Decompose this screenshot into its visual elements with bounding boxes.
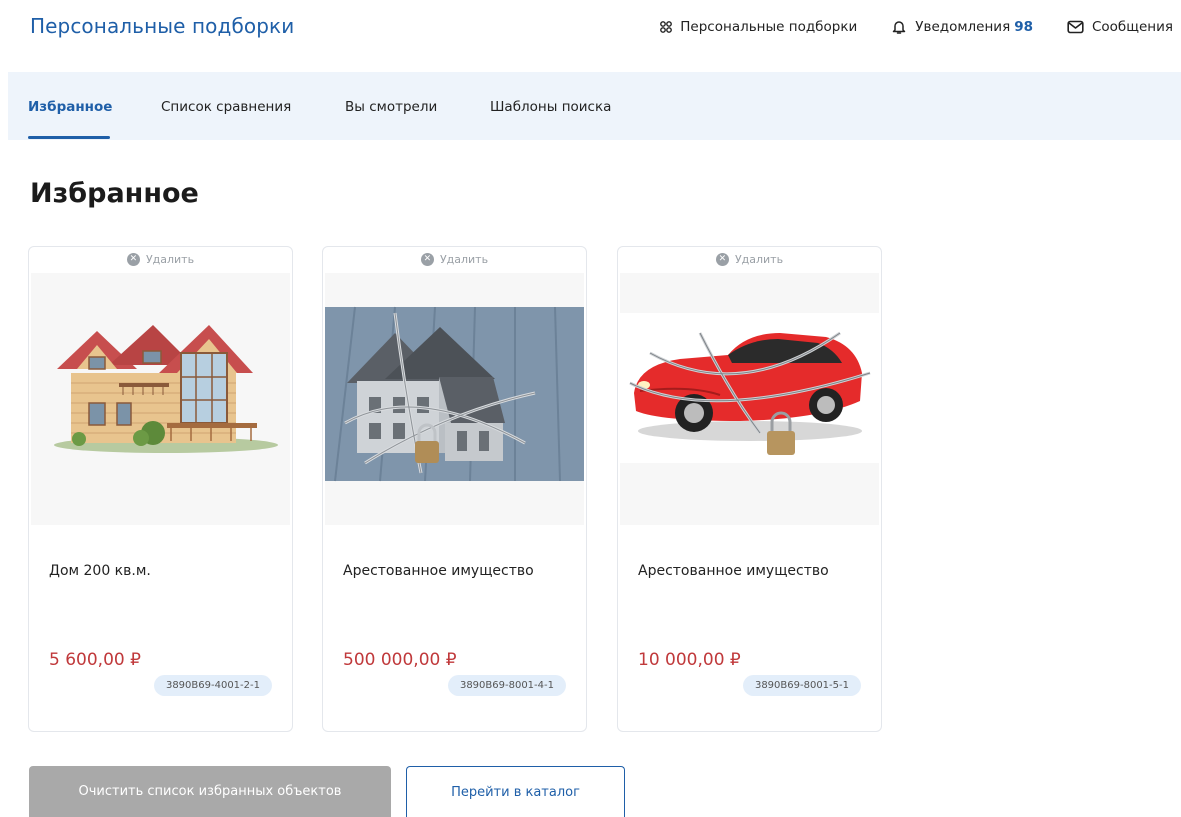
favorite-card[interactable]: ✕ Удалить [28,246,293,732]
remove-label: Удалить [145,253,195,266]
house-illustration [31,273,290,525]
card-title[interactable]: Дом 200 кв.м. [49,563,151,579]
chained-car-illustration [620,273,879,525]
card-price: 5 600,00 ₽ [49,650,141,670]
go-to-catalog-button[interactable]: Перейти в каталог [406,766,625,817]
card-title[interactable]: Арестованное имущество [343,563,534,579]
tab-search-templates[interactable]: Шаблоны поиска [490,99,611,115]
bell-icon [893,21,906,34]
nav-notifications[interactable]: Уведомления 98 [891,19,1033,35]
remove-label: Удалить [734,253,784,266]
header-nav: Персональные подборки Уведомления 98 Соо… [626,17,1173,37]
remove-icon: ✕ [715,253,729,266]
nav-personal-collections-label: Персональные подборки [680,19,858,35]
nav-messages-label: Сообщения [1091,19,1173,35]
page-title: Избранное [30,178,199,209]
brand-title[interactable]: Персональные подборки [30,14,294,38]
card-code-badge: 3890B69-8001-4-1 [447,675,566,696]
tab-viewed[interactable]: Вы смотрели [345,99,437,115]
tab-comparison[interactable]: Список сравнения [161,99,291,115]
nav-messages[interactable]: Сообщения [1067,19,1173,35]
remove-button[interactable]: ✕ Удалить [618,253,881,266]
chained-house-illustration [325,273,584,525]
card-title[interactable]: Арестованное имущество [638,563,829,579]
clear-favorites-button[interactable]: Очистить список избранных объектов [29,766,391,817]
remove-label: Удалить [439,253,489,266]
active-tab-indicator [28,136,110,139]
remove-button[interactable]: ✕ Удалить [29,253,292,266]
card-code-badge: 3890B69-4001-2-1 [153,675,272,696]
notifications-count: 98 [1014,19,1033,35]
house-image[interactable] [31,273,290,525]
grid-dots-icon [660,21,673,33]
remove-icon: ✕ [420,253,434,266]
card-code-badge: 3890B69-8001-5-1 [742,675,861,696]
mail-icon [1067,20,1084,34]
tab-favorites[interactable]: Избранное [28,99,112,115]
favorite-card[interactable]: ✕ Удалить [617,246,882,732]
nav-personal-collections[interactable]: Персональные подборки [660,19,857,35]
remove-button[interactable]: ✕ Удалить [323,253,586,266]
tabs-bar: Избранное Список сравнения Вы смотрели Ш… [8,72,1181,140]
card-price: 500 000,00 ₽ [343,650,457,670]
card-price: 10 000,00 ₽ [638,650,741,670]
favorite-card[interactable]: ✕ Удалить [322,246,587,732]
chained-house-image[interactable] [325,273,584,525]
chained-car-image[interactable] [620,273,879,525]
header: Персональные подборки Персональные подбо… [0,0,1181,72]
remove-icon: ✕ [126,253,140,266]
nav-notifications-label: Уведомления [915,19,1011,35]
